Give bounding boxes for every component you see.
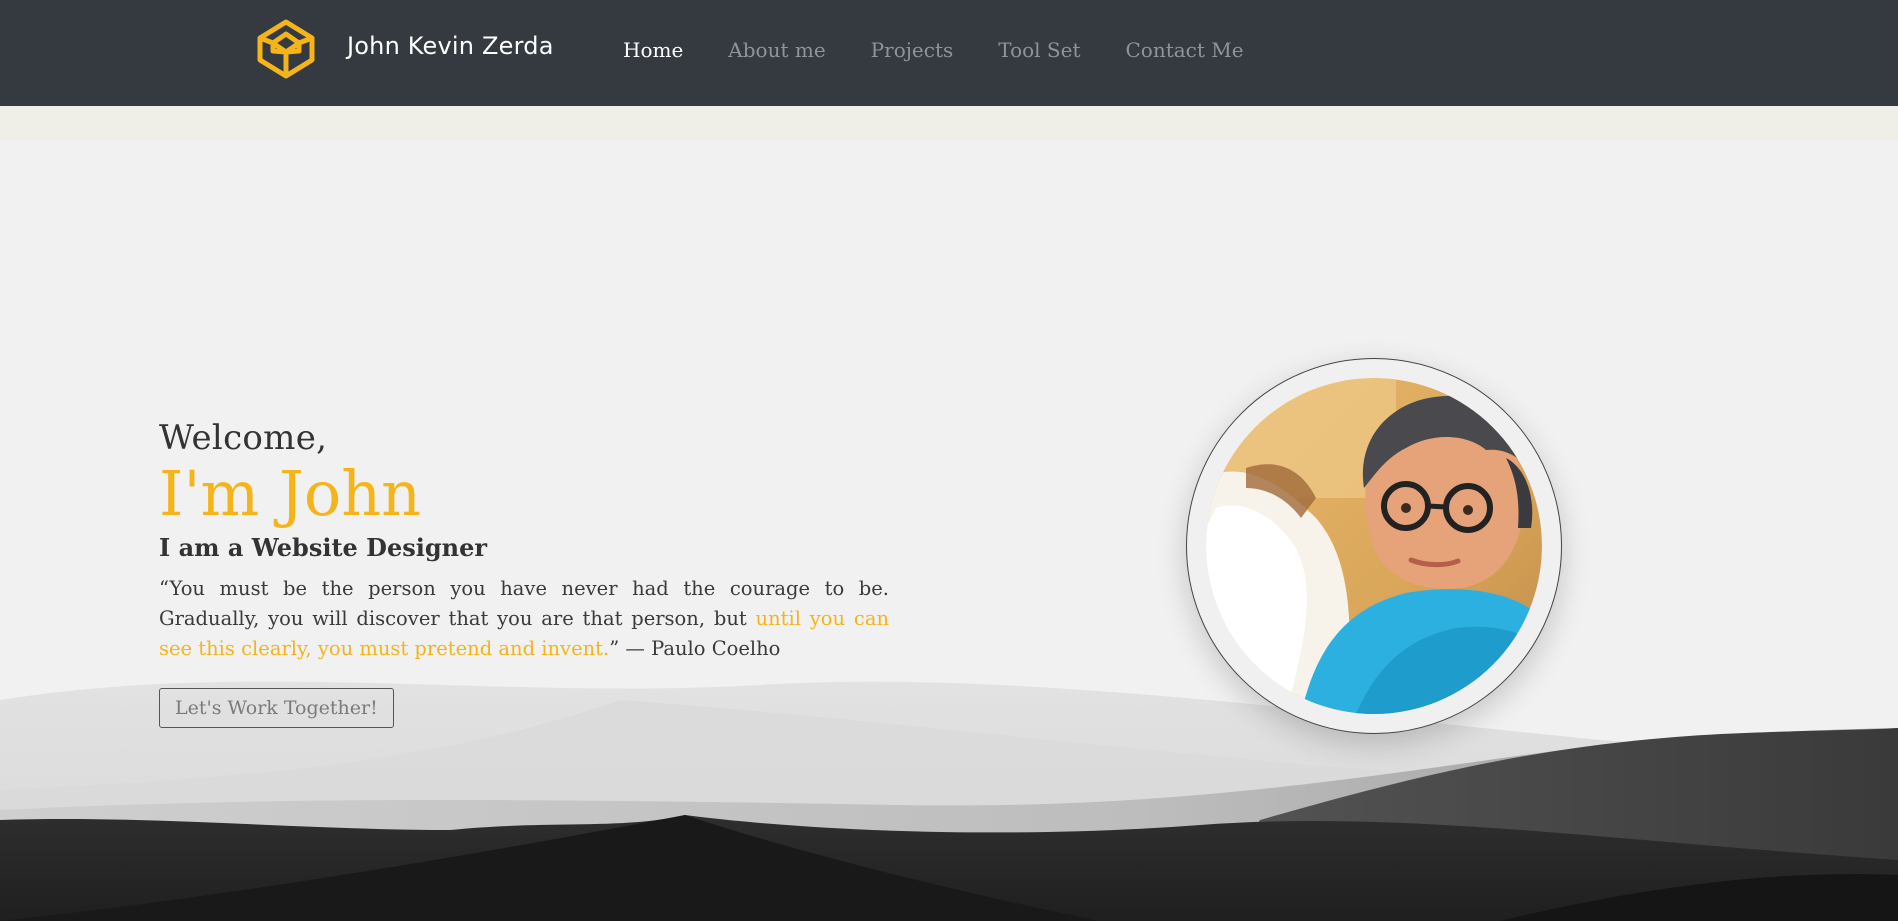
- quote: “You must be the person you have never h…: [159, 574, 889, 664]
- nav-contact-me[interactable]: Contact Me: [1125, 38, 1243, 62]
- avatar-frame: [1186, 358, 1562, 734]
- welcome-heading: Welcome,: [159, 418, 328, 458]
- profile-photo: [1206, 378, 1542, 714]
- nav-projects[interactable]: Projects: [871, 38, 954, 62]
- nav-about-me[interactable]: About me: [728, 38, 825, 62]
- nav-home[interactable]: Home: [623, 38, 683, 62]
- lets-work-together-button[interactable]: Let's Work Together!: [159, 688, 394, 729]
- main-nav: Home About me Projects Tool Set Contact …: [623, 38, 1289, 62]
- navbar: John Kevin Zerda Home About me Projects …: [0, 0, 1898, 106]
- codepen-cube-icon: [257, 19, 315, 79]
- brand-name: John Kevin Zerda: [347, 32, 554, 60]
- brand[interactable]: John Kevin Zerda: [253, 16, 554, 82]
- hero-text: Welcome, I'm John I am a Website Designe…: [159, 418, 889, 729]
- role-subtitle: I am a Website Designer: [159, 533, 488, 563]
- nav-tool-set[interactable]: Tool Set: [998, 38, 1080, 62]
- name-heading: I'm John: [159, 457, 422, 530]
- hero-section: Welcome, I'm John I am a Website Designe…: [0, 140, 1898, 921]
- quote-author: ” — Paulo Coelho: [609, 637, 781, 661]
- header-divider-strip: [0, 106, 1898, 140]
